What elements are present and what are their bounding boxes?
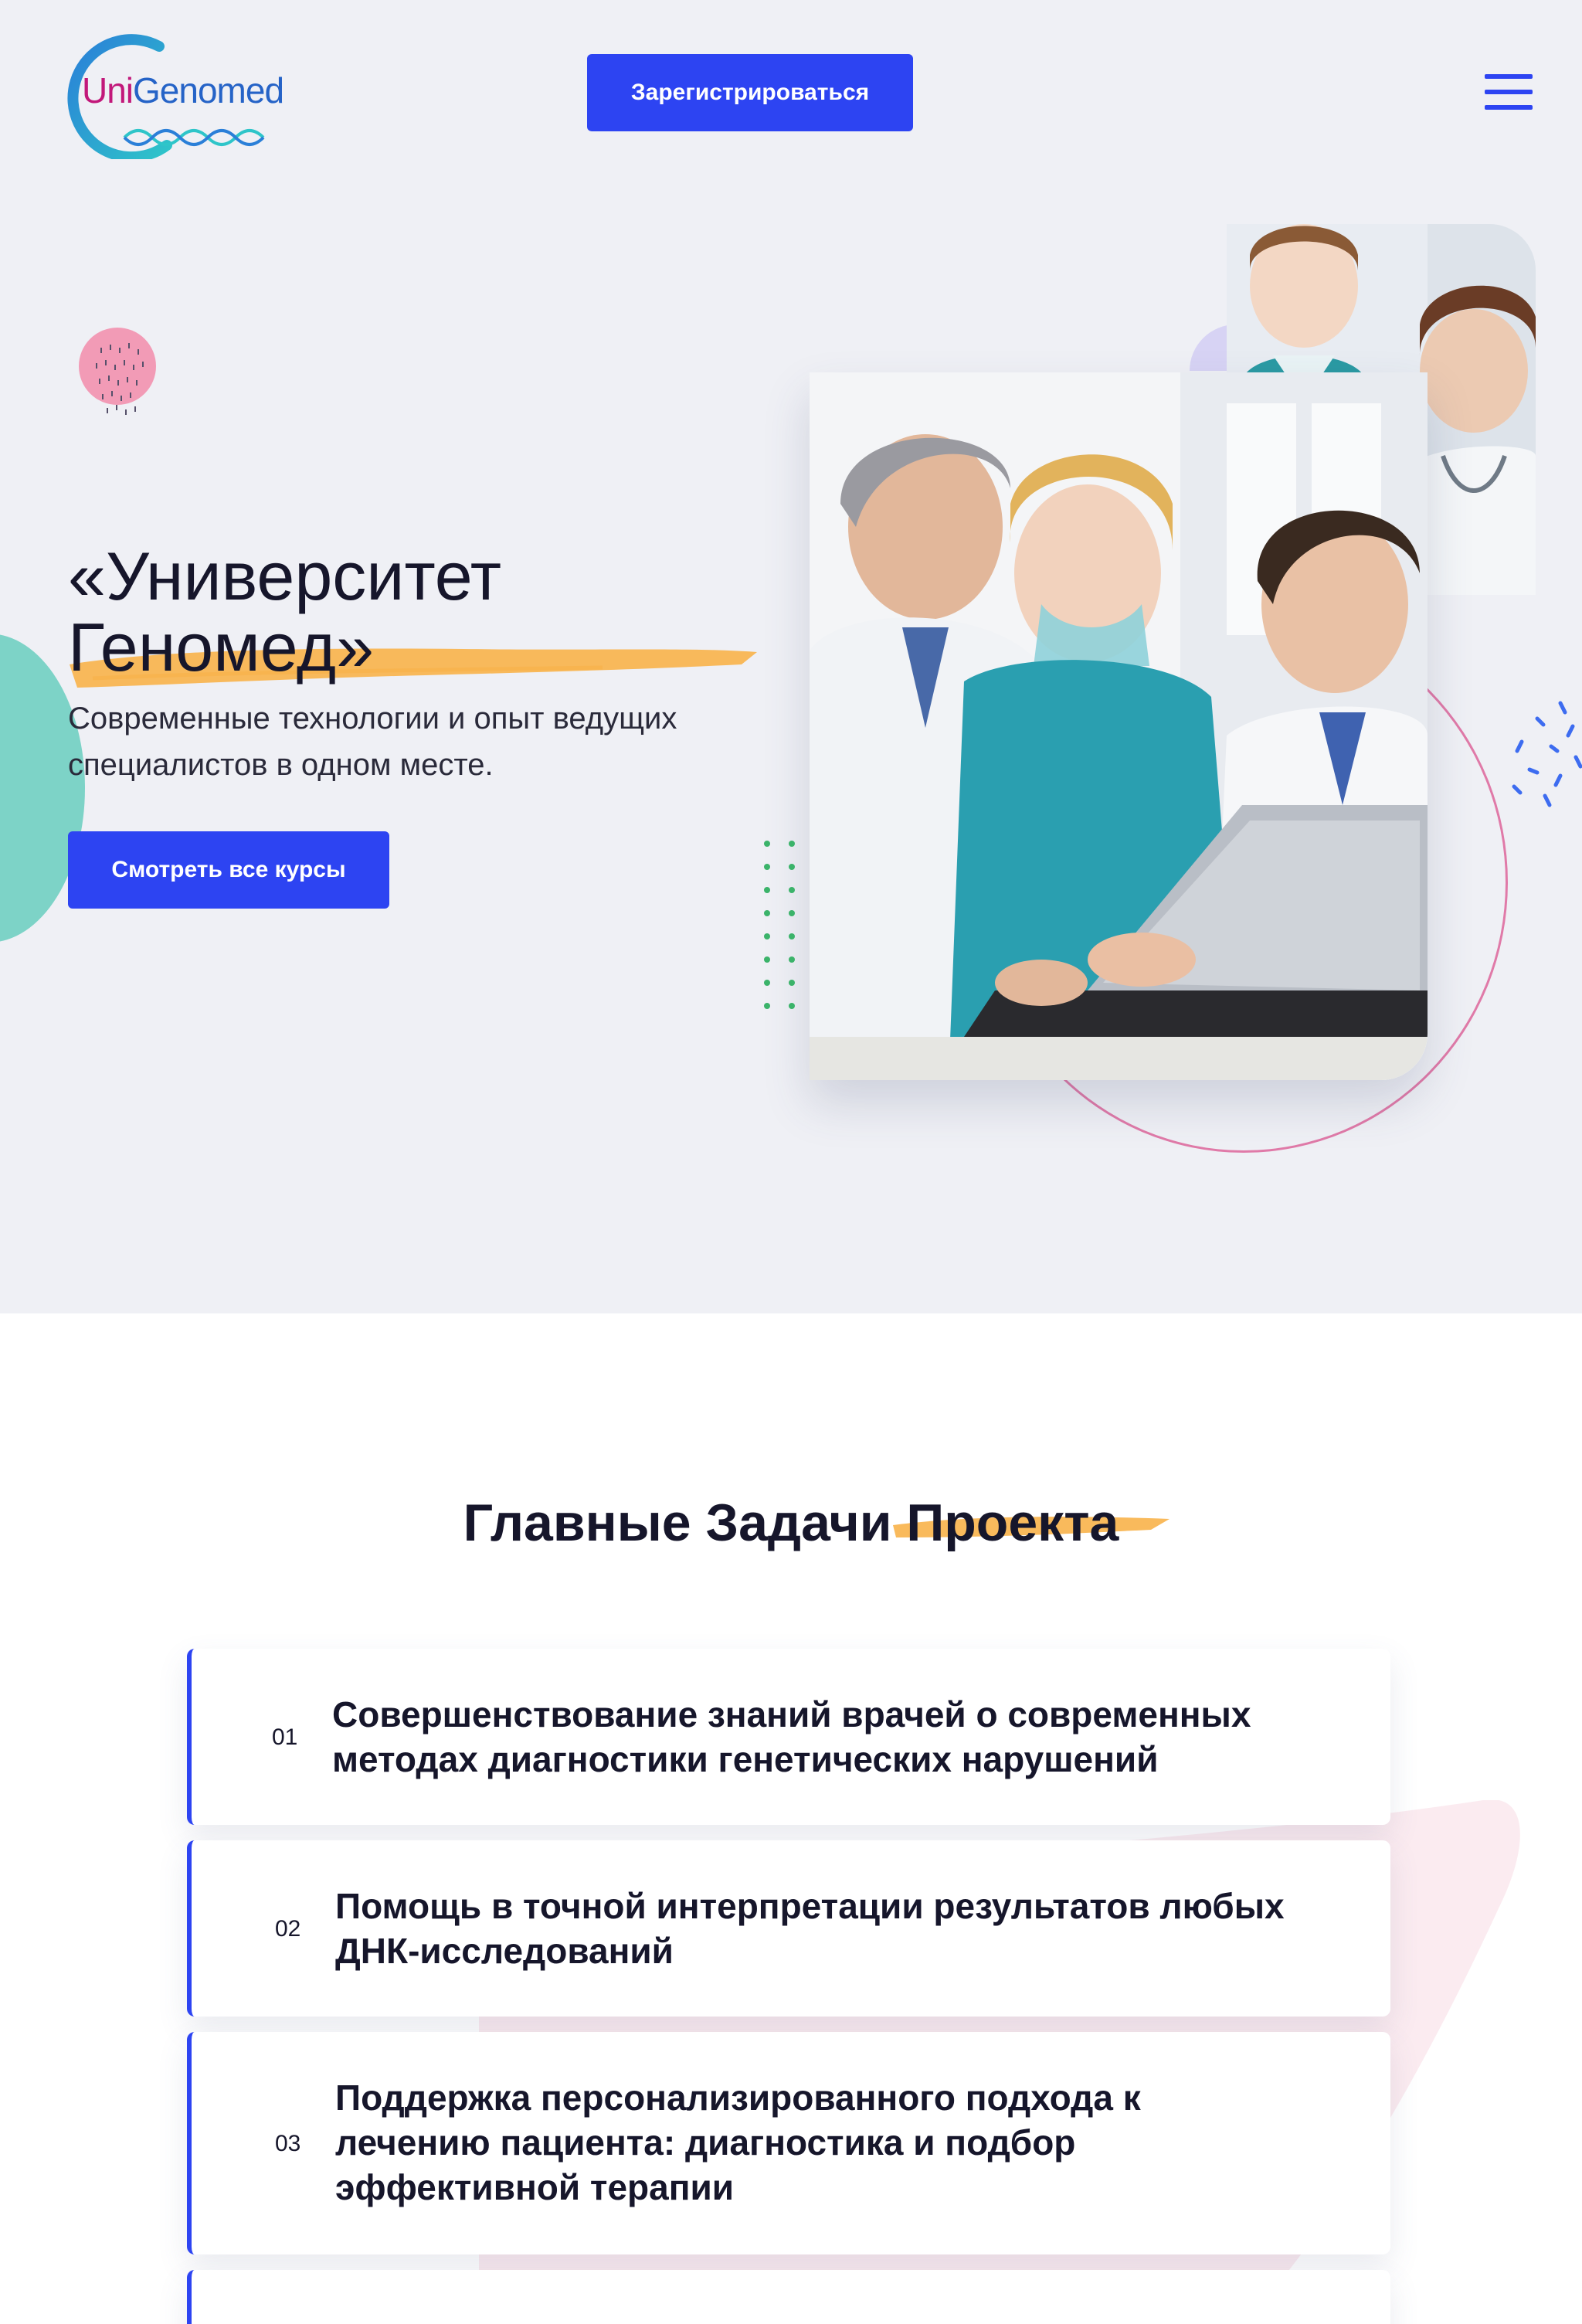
blue-confetti-decoration [1512,701,1582,807]
logo-text: UniGenomed [82,70,284,110]
task-card: 02 Помощь в точной интерпретации результ… [187,1840,1390,2017]
task-text: Совершенствование знаний врачей о соврем… [332,1694,1251,1779]
green-dots-decoration [764,841,795,1009]
hero-title-line2: Геномед» [68,609,375,685]
register-button[interactable]: Зарегистрироваться [587,54,913,131]
task-number: 03 [275,2131,301,2156]
section-title: Главные Задачи Проекта [463,1493,1119,1552]
task-card [187,2270,1390,2324]
task-text: Помощь в точной интерпретации результато… [335,1886,1285,1971]
pink-dotted-decoration [79,328,156,415]
hero-section: UniGenomed Зарегистрироваться «Университ… [0,0,1582,1313]
task-number: 02 [275,1916,301,1942]
hero-subtitle: Современные технологии и опыт ведущих сп… [68,702,677,782]
task-text: Поддержка персонализированного подхода к… [335,2078,1141,2207]
unigenomed-logo[interactable]: UniGenomed [51,29,298,163]
task-card: 03 Поддержка персонализированного подход… [187,2032,1390,2254]
view-all-courses-button[interactable]: Смотреть все курсы [68,831,389,909]
task-card: 01 Совершенствование знаний врачей о сов… [187,1649,1390,1825]
task-number: 01 [272,1724,298,1750]
hero-title-line1: «Университет [68,538,502,614]
doctors-at-laptop-photo [810,372,1428,1080]
project-tasks-section: Главные Задачи Проекта 01 Совершенствова… [0,1313,1582,2324]
hamburger-menu-icon[interactable] [1485,74,1533,111]
hero-title: «Университет Геномед» [68,541,763,683]
